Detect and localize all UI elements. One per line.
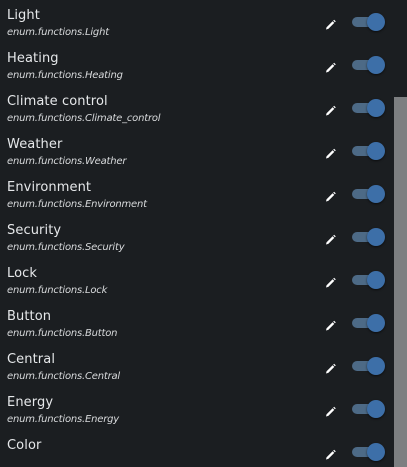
edit-button[interactable] xyxy=(322,60,338,76)
scrollbar-thumb[interactable] xyxy=(394,97,407,467)
toggle-knob xyxy=(367,228,385,246)
function-name: Climate control xyxy=(7,94,108,109)
function-id: enum.functions.Weather xyxy=(7,156,127,167)
pencil-icon xyxy=(326,406,336,417)
function-name: Button xyxy=(7,309,52,324)
enable-toggle[interactable] xyxy=(352,314,386,332)
pencil-icon xyxy=(326,148,336,159)
function-name: Lock xyxy=(7,266,38,281)
function-row-heating: Heating enum.functions.Heating xyxy=(0,43,392,86)
enable-toggle[interactable] xyxy=(352,99,386,117)
function-id: enum.functions.Light xyxy=(7,27,109,38)
function-name: Weather xyxy=(7,137,63,152)
function-row-security: Security enum.functions.Security xyxy=(0,215,392,258)
function-name: Color xyxy=(7,438,42,453)
enable-toggle[interactable] xyxy=(352,228,386,246)
function-row-button: Button enum.functions.Button xyxy=(0,301,392,344)
pencil-icon xyxy=(326,320,336,331)
function-id: enum.functions.Environment xyxy=(7,199,147,210)
pencil-icon xyxy=(326,234,336,245)
enable-toggle[interactable] xyxy=(352,357,386,375)
function-row-climate-control: Climate control enum.functions.Climate_c… xyxy=(0,86,392,129)
function-list: Light enum.functions.Light Heating enum.… xyxy=(0,0,392,467)
toggle-knob xyxy=(367,400,385,418)
function-id: enum.functions.Security xyxy=(7,242,125,253)
toggle-knob xyxy=(367,142,385,160)
edit-button[interactable] xyxy=(322,404,338,420)
function-id: enum.functions.Central xyxy=(7,371,120,382)
toggle-knob xyxy=(367,443,385,461)
edit-button[interactable] xyxy=(322,232,338,248)
function-name: Light xyxy=(7,8,40,23)
toggle-knob xyxy=(367,357,385,375)
function-id: enum.functions.Lock xyxy=(7,285,108,296)
edit-button[interactable] xyxy=(322,318,338,334)
function-row-central: Central enum.functions.Central xyxy=(0,344,392,387)
function-id: enum.functions.Energy xyxy=(7,414,119,425)
enable-toggle[interactable] xyxy=(352,271,386,289)
function-name: Energy xyxy=(7,395,54,410)
enable-toggle[interactable] xyxy=(352,56,386,74)
functions-panel: Light enum.functions.Light Heating enum.… xyxy=(0,0,407,467)
function-id: enum.functions.Heating xyxy=(7,70,123,81)
function-row-color: Color xyxy=(0,430,392,467)
scrollbar[interactable] xyxy=(393,0,407,467)
enable-toggle[interactable] xyxy=(352,443,386,461)
pencil-icon xyxy=(326,62,336,73)
toggle-knob xyxy=(367,185,385,203)
function-row-lock: Lock enum.functions.Lock xyxy=(0,258,392,301)
enable-toggle[interactable] xyxy=(352,13,386,31)
enable-toggle[interactable] xyxy=(352,185,386,203)
edit-button[interactable] xyxy=(322,146,338,162)
enable-toggle[interactable] xyxy=(352,400,386,418)
enable-toggle[interactable] xyxy=(352,142,386,160)
function-id: enum.functions.Climate_control xyxy=(7,113,161,124)
edit-button[interactable] xyxy=(322,361,338,377)
pencil-icon xyxy=(326,105,336,116)
pencil-icon xyxy=(326,449,336,460)
toggle-knob xyxy=(367,314,385,332)
function-name: Security xyxy=(7,223,62,238)
function-row-light: Light enum.functions.Light xyxy=(0,0,392,43)
toggle-knob xyxy=(367,271,385,289)
pencil-icon xyxy=(326,363,336,374)
pencil-icon xyxy=(326,19,336,30)
pencil-icon xyxy=(326,277,336,288)
toggle-knob xyxy=(367,13,385,31)
function-row-environment: Environment enum.functions.Environment xyxy=(0,172,392,215)
function-row-weather: Weather enum.functions.Weather xyxy=(0,129,392,172)
edit-button[interactable] xyxy=(322,275,338,291)
toggle-knob xyxy=(367,99,385,117)
edit-button[interactable] xyxy=(322,189,338,205)
edit-button[interactable] xyxy=(322,17,338,33)
toggle-knob xyxy=(367,56,385,74)
function-name: Heating xyxy=(7,51,59,66)
function-id: enum.functions.Button xyxy=(7,328,118,339)
pencil-icon xyxy=(326,191,336,202)
function-name: Central xyxy=(7,352,56,367)
edit-button[interactable] xyxy=(322,103,338,119)
function-row-energy: Energy enum.functions.Energy xyxy=(0,387,392,430)
edit-button[interactable] xyxy=(322,447,338,463)
function-name: Environment xyxy=(7,180,92,195)
